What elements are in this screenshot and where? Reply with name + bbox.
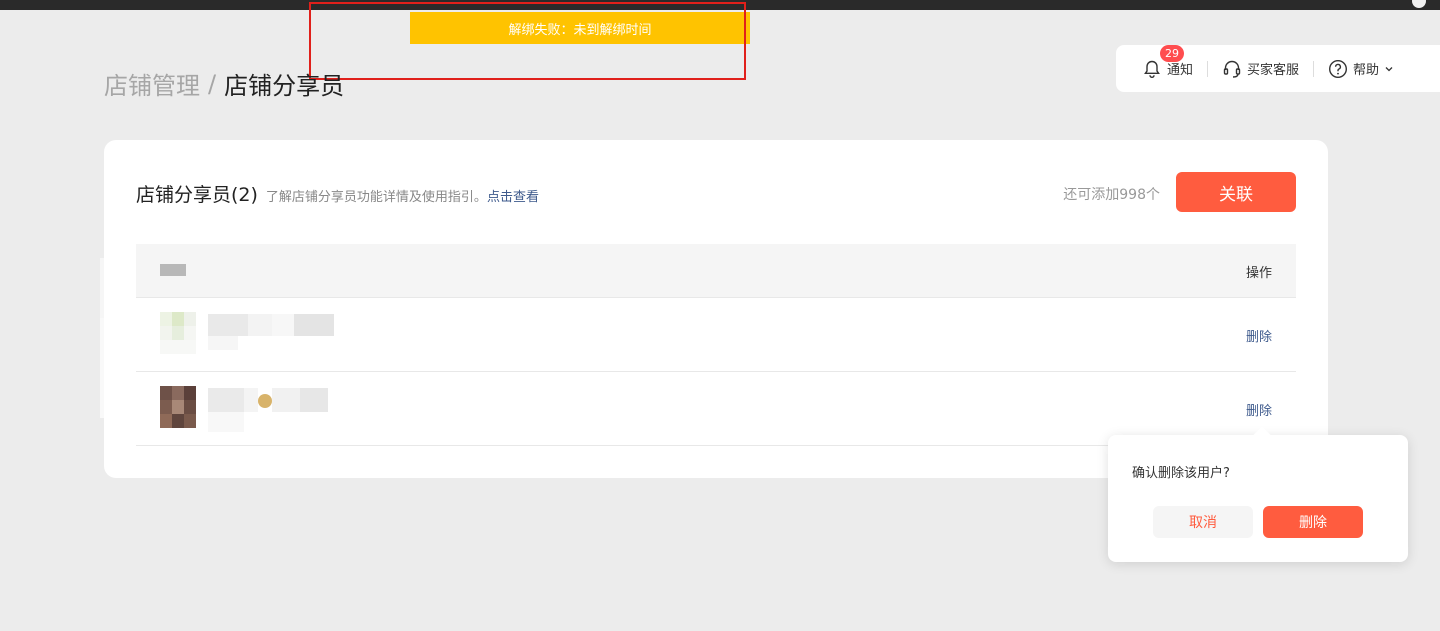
divider	[1313, 60, 1315, 77]
card-hint: 了解店铺分享员功能详情及使用指引。	[265, 190, 487, 205]
page-title: 店铺分享员	[224, 72, 345, 100]
table-header: 操作	[136, 244, 1296, 298]
view-guide-link[interactable]: 点击查看	[487, 186, 539, 205]
bell-icon	[1144, 60, 1160, 78]
card-header: 店铺分享员(2) 了解店铺分享员功能详情及使用指引。 点击查看	[136, 180, 539, 207]
member-name-blurred	[208, 314, 338, 350]
caret-down-icon	[1385, 66, 1393, 71]
member-name-blurred	[208, 388, 338, 432]
header-actions: 通知 29 买家客服 帮助	[1116, 44, 1440, 92]
notification-button[interactable]: 通知 29	[1142, 44, 1194, 79]
breadcrumb: 店铺管理 / 店铺分享员	[104, 66, 344, 101]
column-header-user-blurred	[160, 264, 186, 276]
cancel-button[interactable]: 取消	[1153, 506, 1253, 538]
notification-label: 通知	[1167, 63, 1194, 78]
delete-confirm-popover: 确认删除该用户? 取消 删除	[1108, 435, 1408, 562]
avatar	[160, 386, 196, 428]
notification-count-badge: 29	[1160, 44, 1184, 62]
avatar	[160, 312, 196, 354]
browser-top-bar	[0, 0, 1440, 10]
column-header-operation: 操作	[1245, 266, 1272, 281]
question-circle-icon	[1329, 59, 1348, 78]
help-button[interactable]: 帮助	[1328, 59, 1394, 79]
breadcrumb-parent-link[interactable]: 店铺管理	[104, 66, 200, 101]
breadcrumb-separator: /	[208, 69, 217, 98]
remaining-count: 还可添加998个	[1063, 187, 1160, 203]
share-members-card: 店铺分享员(2) 了解店铺分享员功能详情及使用指引。 点击查看 还可添加998个…	[104, 140, 1328, 478]
buyer-service-button[interactable]: 买家客服	[1222, 59, 1299, 79]
confirm-delete-button[interactable]: 删除	[1263, 506, 1363, 538]
delete-member-button[interactable]: 删除	[1246, 326, 1272, 345]
buyer-service-label: 买家客服	[1247, 63, 1300, 78]
help-label: 帮助	[1353, 63, 1380, 78]
card-title: 店铺分享员(2)	[136, 184, 258, 206]
confirm-message: 确认删除该用户?	[1132, 466, 1230, 481]
headset-icon	[1223, 60, 1241, 78]
divider	[1207, 60, 1209, 77]
error-toast: 解绑失败：未到解绑时间	[410, 12, 750, 44]
toast-message: 解绑失败：未到解绑时间	[508, 22, 652, 38]
window-control-icon[interactable]	[1412, 0, 1426, 8]
members-table: 操作 删除 删除	[136, 244, 1296, 446]
table-row: 删除	[136, 298, 1296, 372]
link-member-button[interactable]: 关联	[1176, 172, 1296, 212]
delete-member-button[interactable]: 删除	[1246, 400, 1272, 419]
